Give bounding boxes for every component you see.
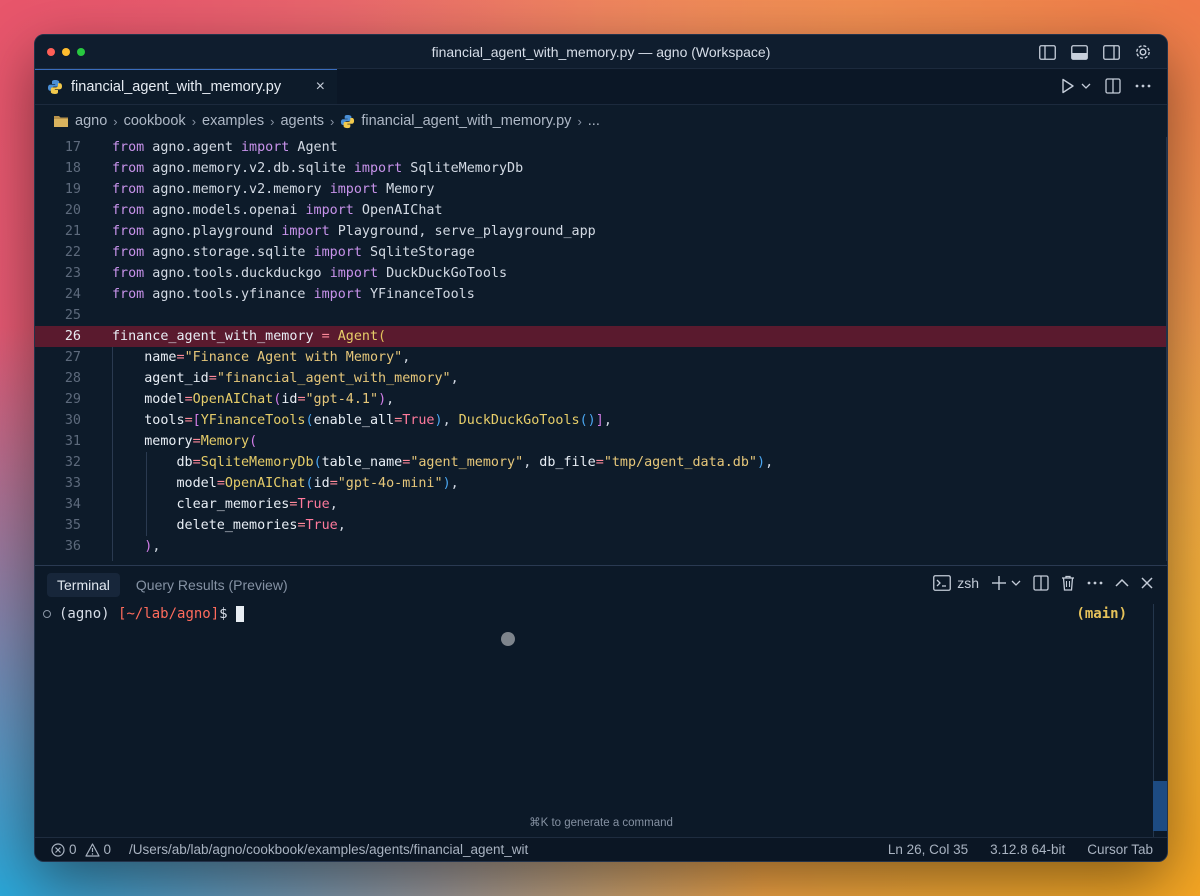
kill-terminal-trash-icon[interactable] [1061,575,1075,591]
command-decoration-icon [43,610,51,618]
toggle-secondary-sidebar-icon[interactable] [1101,42,1121,62]
terminal-output[interactable]: (agno) [~/lab/agno] $ (main) [35,604,1167,622]
tab-financial-agent-with-memory[interactable]: financial_agent_with_memory.py × [35,69,337,104]
code-line: 29 model=OpenAIChat(id="gpt-4.1"), [64,392,395,407]
code-line: 33 model=OpenAIChat(id="gpt-4o-mini"), [64,476,459,491]
generate-command-hint: ⌘K to generate a command [529,817,673,829]
terminal-path: [~/lab/agno] [118,606,220,622]
python-file-icon [47,79,63,95]
maximize-panel-chevron-up-icon[interactable] [1115,578,1129,588]
code-line: 25 [64,308,81,323]
new-terminal-plus-icon[interactable] [991,575,1007,591]
code-line: 23 from agno.tools.duckduckgo import Duck… [64,266,508,281]
close-panel-icon[interactable] [1141,577,1153,589]
chevron-right-icon: › [270,113,275,129]
python-interpreter[interactable]: 3.12.8 64-bit [990,842,1065,857]
folder-icon [53,114,69,128]
panel-more-actions-icon[interactable] [1087,581,1103,585]
breadcrumb-item-examples[interactable]: examples [202,113,264,129]
shell-name: zsh [957,575,979,591]
title-bar: financial_agent_with_memory.py — agno (W… [35,35,1167,69]
file-path[interactable]: /Users/ab/lab/agno/cookbook/examples/age… [129,842,528,857]
code-line: 21 from agno.playground import Playground… [64,224,596,239]
terminal-icon [933,575,952,591]
terminal-shell-selector[interactable]: zsh [933,575,979,591]
code-line: 32 db=SqliteMemoryDb(table_name="agent_m… [64,455,774,470]
tab-terminal[interactable]: Terminal [47,573,120,597]
close-tab-icon[interactable]: × [316,78,325,96]
warning-count: 0 [103,842,112,857]
error-count: 0 [69,842,77,857]
status-bar: 0 0 /Users/ab/lab/agno/cookbook/examples… [35,837,1167,861]
split-editor-icon[interactable] [1105,78,1121,94]
chevron-right-icon: › [113,113,118,129]
toggle-panel-icon[interactable] [1069,42,1089,62]
terminal-cursor [235,606,244,622]
editor-scrollbar[interactable] [1166,137,1167,561]
breadcrumb-item-agno[interactable]: agno [75,113,107,129]
breadcrumb-item-file[interactable]: financial_agent_with_memory.py [361,113,571,129]
code-line: 18 from agno.memory.v2.db.sqlite import S… [64,161,524,176]
run-python-file-icon[interactable] [1061,78,1075,94]
git-branch: (main) [1076,606,1127,622]
breadcrumb-item-agents[interactable]: agents [280,113,324,129]
code-line: 17 from agno.agent import Agent [64,140,338,155]
error-icon [51,842,65,857]
breadcrumb: agno › cookbook › examples › agents › fi… [35,105,1167,137]
code-line: 36 ), [64,539,161,554]
code-line: 22 from agno.storage.sqlite import Sqlite… [64,245,475,260]
code-line: 30 tools=[YFinanceTools(enable_all=True)… [64,413,612,428]
run-options-chevron-down-icon[interactable] [1081,82,1091,90]
editor-window: financial_agent_with_memory.py — agno (W… [34,34,1168,862]
breadcrumb-item-cookbook[interactable]: cookbook [124,113,186,129]
code-line: 27 name="Finance Agent with Memory", [64,350,411,365]
tab-filename: financial_agent_with_memory.py [71,79,282,95]
tab-query-results[interactable]: Query Results (Preview) [126,573,298,597]
code-editor[interactable]: 17 from agno.agent import Agent 18 from ag… [35,137,1167,561]
code-line: 20 from agno.models.openai import OpenAIC… [64,203,443,218]
warning-icon [84,842,100,857]
toggle-primary-sidebar-icon[interactable] [1037,42,1057,62]
breadcrumb-item-symbols[interactable]: ... [588,113,600,129]
terminal-env: (agno) [59,606,110,622]
cursor-tab-status[interactable]: Cursor Tab [1087,842,1153,857]
bottom-panel: Terminal Query Results (Preview) zsh (ag… [35,565,1167,837]
code-line: 31 memory=Memory( [64,434,258,449]
code-line: 24 from agno.tools.yfinance import YFinan… [64,287,475,302]
terminal-scrollbar[interactable] [1153,604,1167,837]
code-line-active: 26 finance_agent_with_memory = Agent( [35,326,1167,347]
cursor-position[interactable]: Ln 26, Col 35 [888,842,968,857]
code-line: 19 from agno.memory.v2.memory import Memo… [64,182,435,197]
chevron-right-icon: › [577,113,582,129]
more-actions-icon[interactable] [1135,84,1151,88]
code-line: 28 agent_id="financial_agent_with_memory… [64,371,459,386]
settings-gear-icon[interactable] [1133,42,1153,62]
editor-tab-bar: financial_agent_with_memory.py × [35,69,1167,105]
code-line: 34 clear_memories=True, [64,497,338,512]
split-terminal-icon[interactable] [1033,575,1049,591]
chevron-right-icon: › [191,113,197,129]
chevron-right-icon: › [329,113,335,129]
code-line: 35 delete_memories=True, [64,518,346,533]
terminal-options-chevron-down-icon[interactable] [1011,579,1021,587]
mouse-pointer-indicator [501,632,515,646]
window-title: financial_agent_with_memory.py — agno (W… [431,43,771,60]
terminal-prompt: $ [219,606,228,622]
problems-indicator[interactable]: 0 0 [51,842,111,857]
python-file-icon [340,114,355,129]
